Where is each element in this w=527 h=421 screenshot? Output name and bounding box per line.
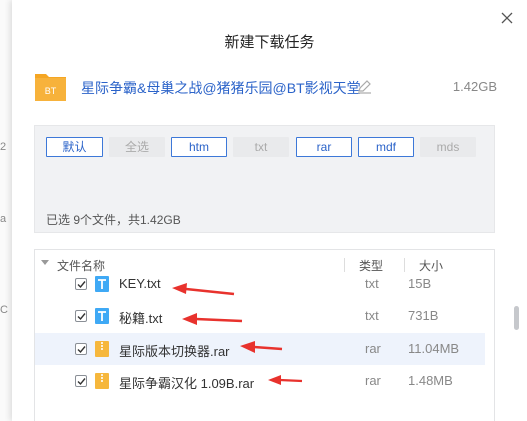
archive-file-icon [95,341,109,357]
task-name[interactable]: 星际争霸&母巢之战@猪猪乐园@BT影视天堂 [81,78,361,98]
file-row[interactable]: 星际争霸汉化 1.09B.rar rar 1.48MB [35,365,485,397]
folder-icon: BT [35,74,66,101]
background-glyph: a [0,213,7,225]
checkmark-icon [77,346,86,354]
file-checkbox[interactable] [75,343,87,355]
filter-rar-button[interactable]: rar [296,137,352,157]
text-file-icon [95,276,109,292]
file-type: txt [365,308,379,323]
checkmark-icon [77,313,86,321]
task-total-size: 1.42GB [452,79,497,94]
file-name: KEY.txt [119,276,161,291]
file-size: 11.04MB [408,341,460,356]
collapse-caret-icon[interactable] [41,260,49,265]
filter-htm-button[interactable]: htm [171,137,227,157]
text-file-icon [95,308,109,324]
selection-summary: 已选 9个文件，共1.42GB [46,213,181,227]
filter-txt-button[interactable]: txt [233,137,289,157]
file-row[interactable]: KEY.txt txt 15B [35,268,485,300]
file-size: 731B [408,308,439,323]
new-download-dialog: 新建下载任务 BT 星际争霸&母巢之战@猪猪乐园@BT影视天堂 1.42GB 默… [12,0,527,421]
checkmark-icon [77,378,86,386]
file-name: 秘籍.txt [119,311,163,326]
folder-badge: BT [45,86,57,96]
filter-mds-button[interactable]: mds [420,137,476,157]
close-icon[interactable] [499,10,515,26]
filter-select-all-button[interactable]: 全选 [109,137,165,157]
background-glyph: 2 [0,141,7,153]
edit-icon[interactable] [356,78,373,95]
file-type: rar [365,373,381,388]
file-checkbox[interactable] [75,310,87,322]
archive-file-icon [95,373,109,389]
annotation-arrow-icon [240,341,283,353]
file-row[interactable]: 秘籍.txt txt 731B [35,300,485,332]
file-filter-panel: 默认 全选 htm txt rar mdf mds 已选 9个文件，共1.42G… [34,125,495,233]
checkmark-icon [77,281,86,289]
annotation-arrow-icon [182,313,243,325]
dialog-title: 新建下载任务 [224,34,315,51]
file-checkbox[interactable] [75,278,87,290]
file-checkbox[interactable] [75,375,87,387]
background-glyph: C [0,304,8,316]
filter-default-button[interactable]: 默认 [46,137,103,157]
annotation-arrow-icon [172,283,235,296]
file-list: 文件名称 类型 大小 KEY.txt txt 15B 秘籍.txt txt 73… [34,249,495,421]
annotation-arrow-icon [268,375,303,385]
file-size: 1.48MB [408,373,453,388]
file-type: txt [365,276,379,291]
file-name: 星际版本切换器.rar [119,344,230,359]
file-type: rar [365,341,381,356]
scrollbar-thumb[interactable] [514,306,519,330]
file-size: 15B [408,276,432,291]
filter-mdf-button[interactable]: mdf [358,137,414,157]
file-name: 星际争霸汉化 1.09B.rar [119,376,255,391]
